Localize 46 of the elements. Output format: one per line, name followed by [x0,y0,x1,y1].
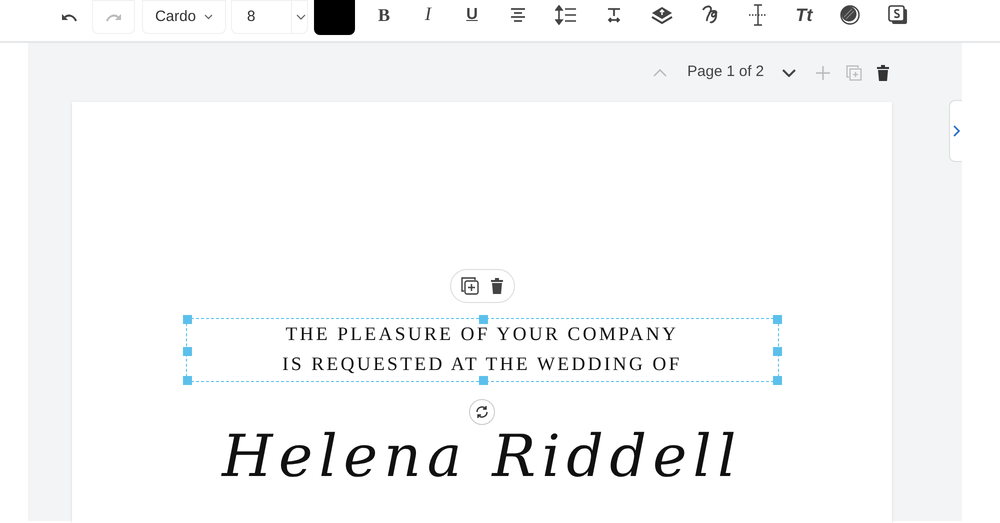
letter-spacing-icon [606,7,622,23]
undo-icon [61,12,77,22]
resize-handle[interactable] [772,347,782,356]
italic-button[interactable]: I [406,0,450,30]
invitation-text-line: THE PLEASURE OF YOUR COMPANY [286,323,678,347]
chevron-up-icon [653,68,668,76]
delete-element-button[interactable] [490,278,504,294]
trash-icon [876,64,890,80]
rotate-handle[interactable] [469,399,495,425]
text-cursor-icon [748,4,768,26]
page-indicator: Page 1 of 2 [686,62,765,82]
trash-icon [490,278,504,294]
chevron-right-icon [952,125,960,137]
caret-icon [204,14,213,20]
script-letter-icon [700,4,720,26]
rotate-icon [475,405,489,419]
invitation-text-line: IS REQUESTED AT THE WEDDING OF [282,353,682,377]
bold-button[interactable]: B [362,0,406,30]
line-spacing-icon [555,5,577,25]
resize-handle[interactable] [772,315,782,324]
redo-icon [106,12,122,22]
plus-icon [816,66,830,80]
caret-icon[interactable] [296,14,306,20]
underline-button[interactable]: U [450,0,494,30]
resize-handle[interactable] [182,376,192,385]
resize-handle[interactable] [478,376,488,385]
resize-handle[interactable] [182,315,192,324]
resize-handle[interactable] [182,347,192,356]
delete-page-button[interactable] [876,64,892,80]
side-panel-toggle[interactable] [949,100,962,162]
font-family-dropdown[interactable]: Cardo [142,0,226,34]
resize-handle[interactable] [478,315,488,324]
case-button[interactable]: Tt [782,0,826,30]
resize-handle[interactable] [772,376,782,385]
duplicate-element-button[interactable] [460,276,480,296]
layers-icon [651,6,673,24]
chevron-down-icon [782,68,796,76]
font-size-value: 8 [246,6,256,27]
align-center-icon [510,8,526,22]
style-square-icon [888,5,908,25]
couple-names: Helena Riddell [222,421,742,491]
duplicate-icon [460,276,480,296]
text-color-swatch[interactable] [314,0,355,35]
font-size-field[interactable]: 8 [231,0,308,34]
duplicate-icon [846,64,862,80]
opacity-circle-icon [840,5,860,25]
